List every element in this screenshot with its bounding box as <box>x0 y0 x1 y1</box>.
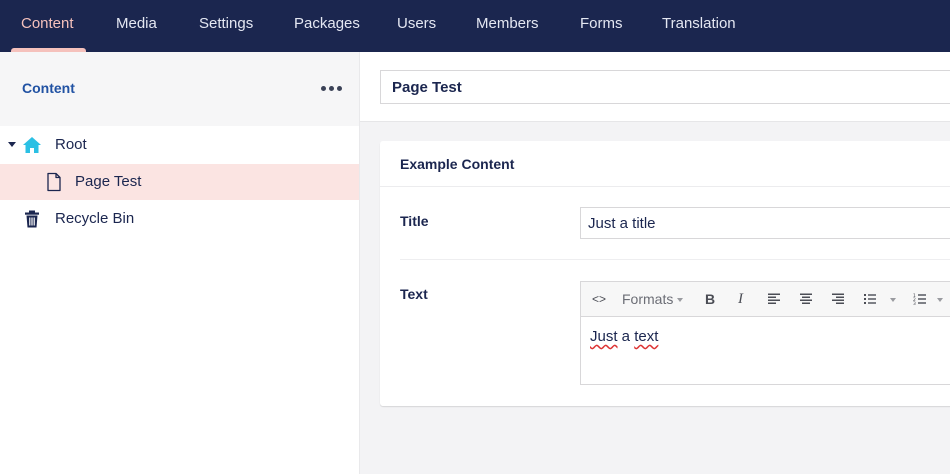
nav-tab-users[interactable]: Users <box>397 0 436 52</box>
trash-icon <box>25 210 39 228</box>
sidebar-title[interactable]: Content <box>22 80 75 96</box>
align-center-icon[interactable] <box>799 292 813 306</box>
formats-dropdown[interactable]: Formats <box>622 282 684 317</box>
tree-item-label: Page Test <box>75 173 142 190</box>
nav-tab-translation[interactable]: Translation <box>662 0 736 52</box>
misspelled-word: text <box>634 328 659 345</box>
formats-label: Formats <box>622 291 674 307</box>
node-name-input[interactable] <box>380 70 950 104</box>
numbered-list-options-icon[interactable] <box>937 298 943 302</box>
nav-tab-content[interactable]: Content <box>11 0 86 52</box>
group-title: Example Content <box>400 156 515 172</box>
group-header: Example Content <box>380 141 950 187</box>
chevron-down-icon <box>677 298 684 303</box>
home-icon <box>23 137 41 153</box>
nav-tab-members[interactable]: Members <box>476 0 539 52</box>
more-options-icon[interactable] <box>321 86 342 91</box>
title-property-label: Title <box>400 213 429 229</box>
rte-toolbar: <> Formats B I 1 2 3 <box>581 282 950 317</box>
bullet-list-options-icon[interactable] <box>890 298 896 302</box>
tree-item-label: Recycle Bin <box>55 210 135 227</box>
bold-button[interactable]: B <box>705 282 715 317</box>
text-property-label: Text <box>400 286 428 302</box>
align-right-icon[interactable] <box>831 292 845 306</box>
nav-tab-media[interactable]: Media <box>116 0 157 52</box>
tree-item-label: Root <box>55 136 87 153</box>
property-group-card: Example Content Title Text <> Formats B … <box>380 141 950 406</box>
sidebar-header: Content <box>0 52 359 126</box>
content-tree-sidebar: Content Root Page Test Recycle Bin <box>0 52 360 474</box>
italic-button[interactable]: I <box>738 282 743 317</box>
bullet-list-icon[interactable] <box>863 292 877 306</box>
nav-tab-label: Content <box>21 15 74 32</box>
nav-tab-settings[interactable]: Settings <box>199 0 253 52</box>
source-code-button[interactable]: <> <box>592 282 606 317</box>
caret-down-icon[interactable] <box>8 142 16 147</box>
tree-item-root[interactable]: Root <box>0 127 359 163</box>
rte-content[interactable]: Just a text <box>590 328 658 345</box>
rich-text-editor: <> Formats B I 1 2 3 Just a text <box>580 281 950 385</box>
top-navigation: Content Media Settings Packages Users Me… <box>0 0 950 52</box>
tree-item-page-test[interactable]: Page Test <box>0 164 359 200</box>
nav-tab-forms[interactable]: Forms <box>580 0 623 52</box>
document-icon <box>47 172 61 192</box>
editor-header <box>360 52 950 122</box>
content-editor: Example Content Title Text <> Formats B … <box>360 52 950 474</box>
misspelled-word: Just <box>590 328 618 345</box>
align-left-icon[interactable] <box>767 292 781 306</box>
svg-text:3: 3 <box>913 301 916 306</box>
title-input[interactable] <box>580 207 950 239</box>
numbered-list-icon[interactable]: 1 2 3 <box>913 292 927 306</box>
tree-item-recycle-bin[interactable]: Recycle Bin <box>0 201 359 237</box>
rte-word: a <box>617 328 635 345</box>
property-divider <box>400 259 950 260</box>
nav-tab-packages[interactable]: Packages <box>294 0 360 52</box>
